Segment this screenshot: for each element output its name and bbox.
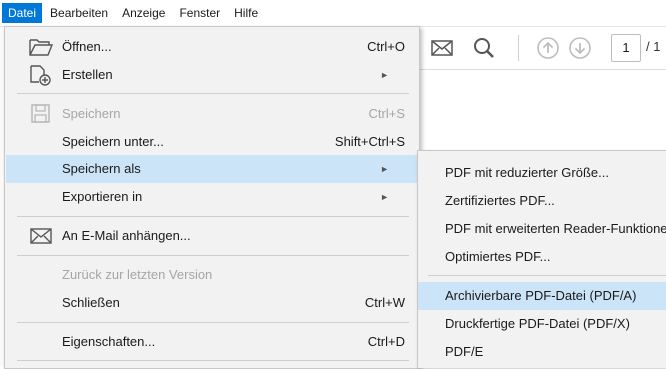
menu-divider [17, 360, 409, 361]
menu-item-label: Exportieren in [62, 189, 143, 204]
save-as-submenu: PDF mit reduzierter Größe... Zertifizier… [417, 150, 666, 368]
menu-bearbeiten[interactable]: Bearbeiten [44, 3, 114, 23]
submenu-arrow-icon: ► [380, 70, 389, 80]
menu-item-label: Zurück zur letzten Version [62, 267, 213, 282]
menu-item-label: Erstellen [62, 67, 113, 82]
menu-item-label: Eigenschaften... [62, 334, 156, 349]
submenu-arrow-icon: ► [380, 164, 389, 174]
menu-item-save: Speichern Ctrl+S [6, 100, 418, 128]
menu-item-label: An E-Mail anhängen... [62, 228, 191, 243]
menu-item-save-as-other[interactable]: Speichern als ► [6, 155, 418, 183]
folder-open-icon [28, 36, 54, 58]
menu-divider [17, 322, 409, 323]
submenu-item-label: Archivierbare PDF-Datei (PDF/A) [445, 288, 637, 303]
submenu-item-pdfa[interactable]: Archivierbare PDF-Datei (PDF/A) [418, 282, 666, 310]
menu-item-create[interactable]: Erstellen ► [6, 61, 418, 89]
menu-item-save-as[interactable]: Speichern unter... Shift+Ctrl+S [6, 128, 418, 156]
menu-item-label: Speichern als [62, 161, 141, 176]
save-icon [28, 103, 54, 125]
menu-item-shortcut: Ctrl+W [364, 295, 405, 310]
menu-datei[interactable]: Datei [2, 3, 43, 23]
submenu-item-pdfe[interactable]: PDF/E [418, 338, 666, 366]
arrow-down-icon[interactable] [568, 36, 592, 60]
toolbar: 1 / 1 [418, 27, 666, 70]
menu-fenster[interactable]: Fenster [173, 3, 226, 23]
create-pdf-icon [28, 64, 54, 86]
submenu-divider [428, 275, 666, 276]
menu-item-attach-email[interactable]: An E-Mail anhängen... [6, 222, 418, 250]
mail-icon [28, 225, 54, 247]
menu-item-open[interactable]: Öffnen... Ctrl+O [6, 33, 418, 61]
menu-item-revert: Zurück zur letzten Version [6, 261, 418, 289]
submenu-item-reduced-size[interactable]: PDF mit reduzierter Größe... [418, 159, 666, 187]
menu-item-label: Öffnen... [62, 39, 112, 54]
submenu-item-certified[interactable]: Zertifiziertes PDF... [418, 187, 666, 215]
menu-item-properties[interactable]: Eigenschaften... Ctrl+D [6, 328, 418, 356]
submenu-arrow-icon: ► [380, 192, 389, 202]
menu-item-label: Schließen [62, 295, 120, 310]
menu-hilfe[interactable]: Hilfe [228, 3, 264, 23]
mail-icon[interactable] [430, 36, 454, 60]
menu-item-label: Speichern [62, 106, 121, 121]
menu-item-shortcut: Ctrl+S [368, 106, 405, 121]
file-menu: Öffnen... Ctrl+O Erstellen ► Speichern C… [4, 26, 420, 369]
menu-item-export[interactable]: Exportieren in ► [6, 183, 418, 211]
menu-divider [17, 216, 409, 217]
page-total: / 1 [646, 39, 661, 54]
page-number-input[interactable]: 1 [611, 34, 641, 62]
menu-bar: Datei Bearbeiten Anzeige Fenster Hilfe [0, 0, 666, 27]
submenu-item-reader-extended[interactable]: PDF mit erweiterten Reader-Funktionen [418, 215, 666, 243]
menu-item-shortcut: Ctrl+O [367, 39, 405, 54]
menu-item-shortcut: Ctrl+D [367, 334, 405, 349]
menu-divider [17, 255, 409, 256]
search-icon[interactable] [472, 36, 496, 60]
arrow-up-icon[interactable] [536, 36, 560, 60]
submenu-item-label: Optimiertes PDF... [445, 249, 551, 264]
menu-item-shortcut: Shift+Ctrl+S [334, 134, 405, 149]
toolbar-separator [518, 35, 519, 61]
submenu-item-pdfx[interactable]: Druckfertige PDF-Datei (PDF/X) [418, 310, 666, 338]
submenu-item-optimized[interactable]: Optimiertes PDF... [418, 243, 666, 271]
menu-anzeige[interactable]: Anzeige [116, 3, 171, 23]
menu-item-close[interactable]: Schließen Ctrl+W [6, 289, 418, 317]
submenu-item-label: PDF mit reduzierter Größe... [445, 165, 609, 180]
menu-divider [17, 93, 409, 94]
submenu-item-label: PDF/E [445, 344, 484, 359]
submenu-item-label: Zertifiziertes PDF... [445, 193, 555, 208]
submenu-item-label: Druckfertige PDF-Datei (PDF/X) [445, 316, 630, 331]
submenu-item-label: PDF mit erweiterten Reader-Funktionen [445, 221, 666, 236]
menu-item-label: Speichern unter... [62, 134, 164, 149]
